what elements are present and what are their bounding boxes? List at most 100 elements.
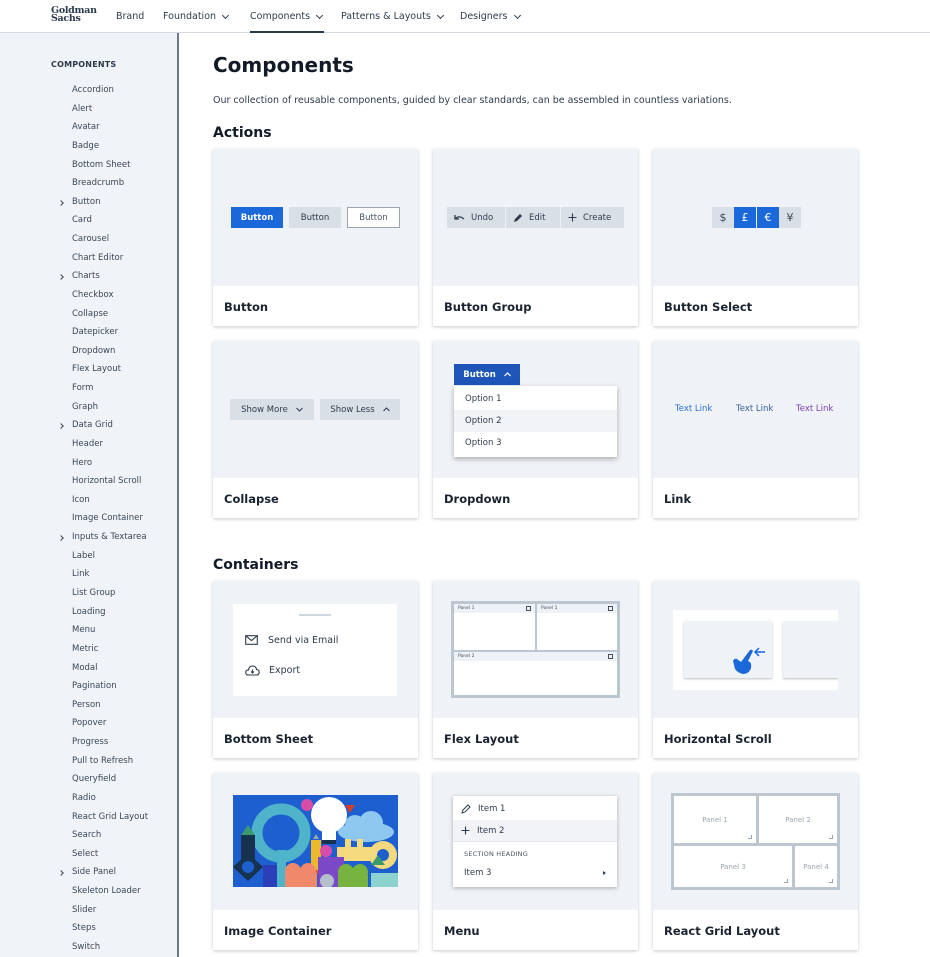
card-collapse[interactable]: Show More Show Less Collapse [213, 341, 418, 518]
sidebar-item[interactable]: Pull to Refresh [72, 756, 133, 766]
sidebar-item[interactable]: Queryfield [72, 774, 116, 784]
resize-handle-icon[interactable] [748, 835, 752, 839]
sidebar-item[interactable]: Pagination [72, 681, 117, 691]
sidebar-item[interactable]: Popover [72, 718, 106, 728]
text-link-default[interactable]: Text Link [675, 404, 712, 414]
sidebar-item[interactable]: Steps [72, 923, 96, 933]
sidebar-item[interactable]: Side Panel [72, 867, 116, 877]
card-menu[interactable]: Item 1 Item 2 SECTION HEADING Item 3 Men… [433, 773, 638, 950]
currency-pound-option[interactable]: £ [734, 207, 756, 228]
resize-handle-icon[interactable] [829, 835, 833, 839]
sidebar-item[interactable]: Horizontal Scroll [72, 476, 141, 486]
sidebar-item[interactable]: Badge [72, 141, 99, 151]
sidebar-item[interactable]: Icon [72, 495, 90, 505]
text-link-hover[interactable]: Text Link [736, 404, 773, 414]
card-dropdown[interactable]: Button Option 1 Option 2 Option 3 Dropdo… [433, 341, 638, 518]
primary-button-example[interactable]: Button [231, 207, 283, 228]
sidebar-item[interactable]: Chart Editor [72, 253, 123, 263]
card-horizontal-scroll[interactable]: Horizontal Scroll [653, 581, 858, 758]
chevron-right-icon[interactable] [58, 274, 64, 281]
sidebar-item[interactable]: Menu [72, 625, 95, 635]
sidebar-item[interactable]: Dropdown [72, 346, 115, 356]
sidebar-item[interactable]: Charts [72, 271, 100, 281]
sidebar-item[interactable]: React Grid Layout [72, 812, 148, 822]
nav-brand[interactable]: Brand [116, 11, 144, 22]
currency-yen-option[interactable]: ¥ [779, 207, 801, 228]
nav-designers[interactable]: Designers [460, 11, 521, 22]
sidebar-item[interactable]: Modal [72, 663, 98, 673]
card-button[interactable]: Button Button Button Button [213, 149, 418, 326]
card-image-container[interactable]: Image Container [213, 773, 418, 950]
show-less-button[interactable]: Show Less [320, 399, 400, 420]
sidebar-item[interactable]: Image Container [72, 513, 143, 523]
nav-components[interactable]: Components [250, 11, 325, 33]
sidebar-item[interactable]: Breadcrumb [72, 178, 124, 188]
sidebar-item[interactable]: Carousel [72, 234, 109, 244]
sidebar-item[interactable]: Person [72, 700, 101, 710]
card-flex-layout[interactable]: Panel 1 Panel 1 Panel 2 Flex Layout [433, 581, 638, 758]
sidebar-item[interactable]: Search [72, 830, 101, 840]
sidebar-item[interactable]: Skeleton Loader [72, 886, 141, 896]
card-react-grid-layout[interactable]: Panel 1 Panel 2 Panel 3 Panel 4 React Gr… [653, 773, 858, 950]
sidebar-item[interactable]: Slider [72, 905, 96, 915]
grid-panel[interactable]: Panel 2 [759, 796, 837, 843]
card-button-select[interactable]: $ £ € ¥ Button Select [653, 149, 858, 326]
sidebar-item[interactable]: Button [72, 197, 100, 207]
menu-item-1[interactable]: Item 1 [453, 798, 617, 820]
resize-handle-icon[interactable] [829, 879, 833, 883]
sidebar-item[interactable]: Accordion [72, 85, 114, 95]
menu-item-3[interactable]: Item 3 [453, 862, 617, 884]
dropdown-option[interactable]: Option 2 [454, 410, 617, 432]
sidebar-item[interactable]: Metric [72, 644, 98, 654]
sidebar-item[interactable]: Radio [72, 793, 96, 803]
sidebar-item[interactable]: Alert [72, 104, 92, 114]
create-button[interactable]: Create [561, 207, 624, 228]
chevron-right-icon[interactable] [58, 423, 64, 430]
outline-button-example[interactable]: Button [347, 207, 400, 228]
dropdown-button[interactable]: Button [454, 364, 520, 385]
card-button-group[interactable]: Undo Edit Create Button Group [433, 149, 638, 326]
edit-button[interactable]: Edit [506, 207, 560, 228]
sidebar-item[interactable]: Card [72, 215, 92, 225]
sidebar-item[interactable]: Progress [72, 737, 108, 747]
sidebar-item[interactable]: Graph [72, 402, 98, 412]
sidebar-item[interactable]: Collapse [72, 309, 108, 319]
show-more-button[interactable]: Show More [230, 399, 314, 420]
send-via-email-item[interactable]: Send via Email [233, 629, 397, 651]
currency-dollar-option[interactable]: $ [712, 207, 734, 228]
secondary-button-example[interactable]: Button [289, 207, 341, 228]
sidebar-item[interactable]: Form [72, 383, 93, 393]
card-bottom-sheet[interactable]: Send via Email Export Bottom Sheet [213, 581, 418, 758]
sidebar-item[interactable]: Switch [72, 942, 100, 952]
sidebar-item[interactable]: Datepicker [72, 327, 118, 337]
sidebar-item[interactable]: Label [72, 551, 95, 561]
text-link-visited[interactable]: Text Link [796, 404, 833, 414]
sidebar-item[interactable]: Data Grid [72, 420, 113, 430]
sidebar-item[interactable]: Link [72, 569, 89, 579]
sidebar-item[interactable]: Avatar [72, 122, 100, 132]
card-link[interactable]: Text Link Text Link Text Link Link [653, 341, 858, 518]
chevron-right-icon[interactable] [58, 870, 64, 877]
export-item[interactable]: Export [233, 659, 397, 681]
chevron-right-icon[interactable] [58, 535, 64, 541]
menu-item-2[interactable]: Item 2 [453, 820, 617, 842]
sidebar-item[interactable]: Checkbox [72, 290, 114, 300]
maximize-icon[interactable] [526, 606, 531, 611]
grid-panel[interactable]: Panel 3 [674, 846, 792, 887]
sidebar-item[interactable]: List Group [72, 588, 115, 598]
undo-button[interactable]: Undo [447, 207, 505, 228]
sidebar-item[interactable]: Flex Layout [72, 364, 121, 374]
sidebar-item[interactable]: Loading [72, 607, 106, 617]
nav-foundation[interactable]: Foundation [163, 11, 230, 22]
sidebar-item[interactable]: Hero [72, 458, 92, 468]
chevron-right-icon[interactable] [58, 199, 64, 206]
resize-handle-icon[interactable] [784, 879, 788, 883]
drag-handle[interactable] [299, 614, 331, 616]
maximize-icon[interactable] [608, 606, 613, 611]
maximize-icon[interactable] [608, 654, 613, 659]
grid-panel[interactable]: Panel 4 [795, 846, 837, 887]
dropdown-option[interactable]: Option 3 [454, 432, 617, 454]
sidebar-item[interactable]: Header [72, 439, 103, 449]
sidebar-item[interactable]: Bottom Sheet [72, 160, 130, 170]
goldman-sachs-logo[interactable]: Goldman Sachs [51, 6, 97, 24]
